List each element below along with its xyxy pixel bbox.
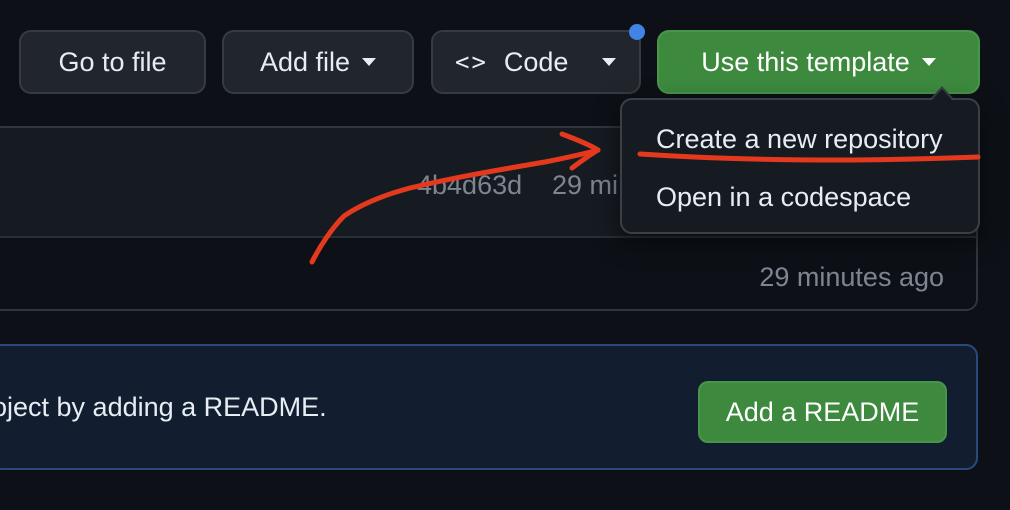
code-brackets-icon: <>	[455, 48, 488, 76]
readme-banner: oject by adding a README. Add a README	[0, 344, 978, 470]
add-readme-button[interactable]: Add a README	[698, 381, 947, 443]
divider	[0, 236, 976, 238]
add-file-button[interactable]: Add file	[222, 30, 414, 94]
triangle-down-icon	[602, 58, 617, 66]
code-button[interactable]: <> Code	[431, 30, 641, 94]
code-label: Code	[503, 46, 569, 77]
menu-item-create-repository[interactable]: Create a new repository	[656, 124, 943, 155]
go-to-file-label: Go to file	[58, 46, 167, 77]
readme-banner-text: oject by adding a README.	[0, 392, 327, 422]
add-file-label: Add file	[259, 46, 351, 77]
repo-page: Go to file Add file <> Code Use this tem…	[0, 0, 1010, 510]
add-readme-label: Add a README	[725, 396, 920, 427]
notification-dot-icon	[629, 24, 645, 40]
go-to-file-button[interactable]: Go to file	[19, 30, 206, 94]
triangle-down-icon	[921, 58, 936, 66]
menu-item-open-codespace[interactable]: Open in a codespace	[656, 182, 911, 213]
dropdown-pointer-fill	[932, 89, 952, 100]
use-this-template-button[interactable]: Use this template	[657, 30, 980, 94]
file-row-time: 29 minutes ago	[759, 262, 944, 292]
use-this-template-label: Use this template	[701, 46, 910, 77]
latest-commit-hash[interactable]: 4b4d63d	[417, 170, 522, 201]
latest-commit-time: 29 mi	[552, 170, 619, 200]
template-dropdown-menu: Create a new repository Open in a codesp…	[620, 98, 980, 234]
triangle-down-icon	[362, 58, 377, 66]
